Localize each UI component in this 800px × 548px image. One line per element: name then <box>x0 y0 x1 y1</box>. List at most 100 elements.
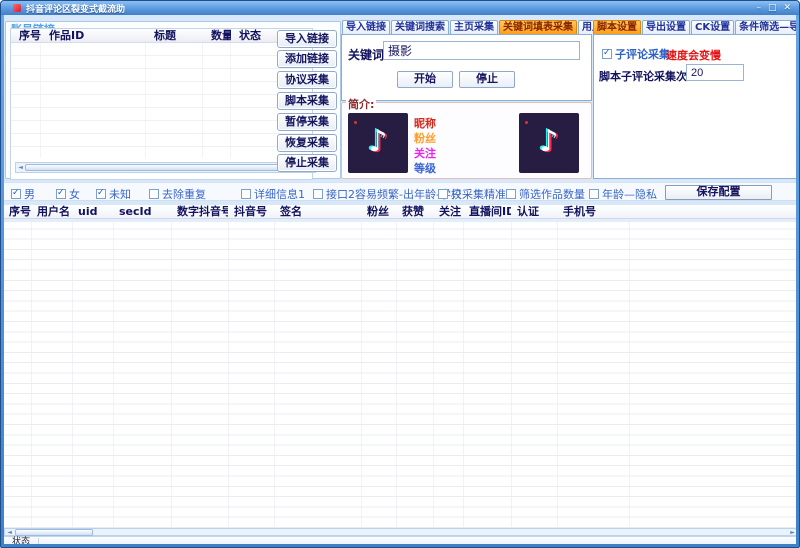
checkbox-detail-info[interactable]: 详细信息1 <box>241 186 305 202</box>
script-settings-panel: 子评论采集 速度会变慢 脚本子评论采集次 <box>593 34 796 179</box>
checkbox-precise-only[interactable]: 只采集精准 <box>438 186 506 202</box>
checkbox-box[interactable] <box>241 189 251 199</box>
table-header-cell: 抖音号 <box>228 205 274 218</box>
checkbox-label: 年龄—隐私 <box>602 186 657 202</box>
works-table-hscrollbar[interactable]: ◄ ► <box>15 162 316 173</box>
checkbox-box[interactable] <box>589 189 599 199</box>
table-header-cell: 认证 <box>511 205 557 218</box>
title-bar[interactable]: 抖音评论区裂变式截流助 – □ ✕ <box>1 1 799 15</box>
tab-filter-export[interactable]: 条件筛选—导出 <box>735 20 796 34</box>
checkbox-label: 男 <box>24 186 35 202</box>
users-table-hscrollbar[interactable]: ◄ ► <box>4 528 796 536</box>
checkbox-female[interactable]: 女 <box>56 186 80 202</box>
add-links-button[interactable]: 添加链接 <box>277 50 337 68</box>
checkbox-unknown[interactable]: 未知 <box>96 186 131 202</box>
following-label: 关注 <box>414 145 436 161</box>
table-header-cell: 数字抖音号 <box>171 205 228 218</box>
table-header-cell: 序号 <box>4 205 31 218</box>
maximize-icon[interactable]: □ <box>768 3 777 13</box>
users-table-body[interactable] <box>4 219 796 528</box>
works-table-body[interactable] <box>11 43 312 158</box>
red-dot-icon <box>525 121 528 124</box>
sub-comment-option[interactable]: 子评论采集 <box>602 46 670 62</box>
checkbox-label: 未知 <box>109 186 131 202</box>
status-label: 状态 <box>4 537 38 545</box>
tab-keyword-search[interactable]: 关键词搜索 <box>391 20 449 34</box>
scrollbar-thumb[interactable] <box>25 164 295 171</box>
table-header-cell: 签名 <box>274 205 361 218</box>
status-bar: 状态 <box>4 536 796 544</box>
works-table[interactable]: 序号 作品ID 标题 数量 状态 ◄ ► <box>10 28 313 180</box>
script-collect-button[interactable]: 脚本采集 <box>277 92 337 110</box>
checkbox-box[interactable] <box>506 189 516 199</box>
resume-collect-button[interactable]: 恢复采集 <box>277 134 337 152</box>
table-header-cell: 用户名 <box>31 205 72 218</box>
collect-mode-tabs: 导入链接 关键词搜索 主页采集 关键词填表采集 用户搜索 ‹ › <box>342 20 593 34</box>
checkbox-label: 只采集精准 <box>451 186 506 202</box>
stop-collect-button[interactable]: 停止采集 <box>277 154 337 172</box>
checkbox-label: 去除重复 <box>162 186 206 202</box>
users-table-header: 序号 用户名 uid secId 数字抖音号 抖音号 签名 粉丝 获赞 关注 直… <box>4 205 796 219</box>
table-header-cell: 粉丝 <box>361 205 396 218</box>
minimize-icon[interactable]: – <box>756 3 761 13</box>
checkbox-label: 女 <box>69 186 80 202</box>
table-header-cell: secId <box>113 205 171 218</box>
close-icon[interactable]: ✕ <box>783 3 791 13</box>
window-title: 抖音评论区裂变式截流助 <box>26 2 125 15</box>
collect-times-label: 脚本子评论采集次 <box>599 68 687 84</box>
table-header-cell: uid <box>72 205 113 218</box>
window-controls: – □ ✕ <box>756 3 795 13</box>
checkbox-age-privacy[interactable]: 年龄—隐私 <box>589 186 657 202</box>
speed-warning-text: 速度会变慢 <box>666 47 721 63</box>
stop-button[interactable]: 停止 <box>459 71 515 88</box>
app-icon <box>13 4 21 12</box>
table-header-cell: 标题 <box>146 29 203 42</box>
sub-comment-checkbox[interactable] <box>602 49 612 59</box>
table-header-cell: 关注 <box>433 205 463 218</box>
pause-collect-button[interactable]: 暂停采集 <box>277 113 337 131</box>
protocol-collect-button[interactable]: 协议采集 <box>277 71 337 89</box>
status-separator <box>38 538 39 545</box>
collect-times-input[interactable] <box>686 64 744 81</box>
import-links-button[interactable]: 导入链接 <box>277 30 337 48</box>
content-area: 账号链接 序号 作品ID 标题 数量 状态 ◄ ► 导入链接 添加链接 协议采集 <box>4 15 796 544</box>
sub-comment-label: 子评论采集 <box>615 46 670 62</box>
tab-user-search[interactable]: 用户搜索 <box>578 20 593 34</box>
checkbox-label: 详细信息1 <box>254 186 305 202</box>
checkbox-dedupe[interactable]: 去除重复 <box>149 186 206 202</box>
nickname-label: 昵称 <box>414 115 436 131</box>
works-table-header: 序号 作品ID 标题 数量 状态 <box>11 29 312 43</box>
fans-label: 粉丝 <box>414 130 436 146</box>
tab-script-settings[interactable]: 脚本设置 <box>593 20 641 34</box>
filter-bar: 男 女 未知 去除重复 详细信息1 接口2容易频繁-出年龄-学校 <box>4 182 796 201</box>
tab-import-links[interactable]: 导入链接 <box>342 20 390 34</box>
start-button[interactable]: 开始 <box>397 71 453 88</box>
intro-group: 简介: ♪ 昵称 粉丝 关注 等级 ♪ <box>341 102 592 179</box>
table-header-cell: 手机号 <box>557 205 796 218</box>
tab-ck-settings[interactable]: CK设置 <box>691 20 734 34</box>
scroll-left-icon[interactable]: ◄ <box>16 163 25 172</box>
tiktok-note-icon: ♪ <box>368 124 387 159</box>
checkbox-box[interactable] <box>11 189 21 199</box>
table-header-cell: 序号 <box>11 29 41 42</box>
app-window: 抖音评论区裂变式截流助 – □ ✕ 账号链接 序号 作品ID 标题 数量 状态 … <box>0 0 800 548</box>
tab-export-settings[interactable]: 导出设置 <box>642 20 690 34</box>
checkbox-box[interactable] <box>149 189 159 199</box>
red-dot-icon <box>354 121 357 124</box>
tab-homepage-collect[interactable]: 主页采集 <box>450 20 498 34</box>
checkbox-box[interactable] <box>438 189 448 199</box>
tab-keyword-form-collect[interactable]: 关键词填表采集 <box>499 20 577 34</box>
intro-label: 简介: <box>346 96 376 112</box>
checkbox-male[interactable]: 男 <box>11 186 35 202</box>
level-label: 等级 <box>414 160 436 176</box>
checkbox-filter-works-count[interactable]: 筛选作品数量 <box>506 186 585 202</box>
checkbox-box[interactable] <box>313 189 323 199</box>
checkbox-box[interactable] <box>56 189 66 199</box>
table-header-cell: 直播间ID <box>463 205 511 218</box>
checkbox-box[interactable] <box>96 189 106 199</box>
keyword-input[interactable] <box>383 41 580 60</box>
scrollbar-thumb[interactable] <box>15 529 93 536</box>
table-header-cell: 数量 <box>203 29 231 42</box>
table-header-cell: 获赞 <box>396 205 433 218</box>
save-config-button[interactable]: 保存配置 <box>665 185 772 200</box>
